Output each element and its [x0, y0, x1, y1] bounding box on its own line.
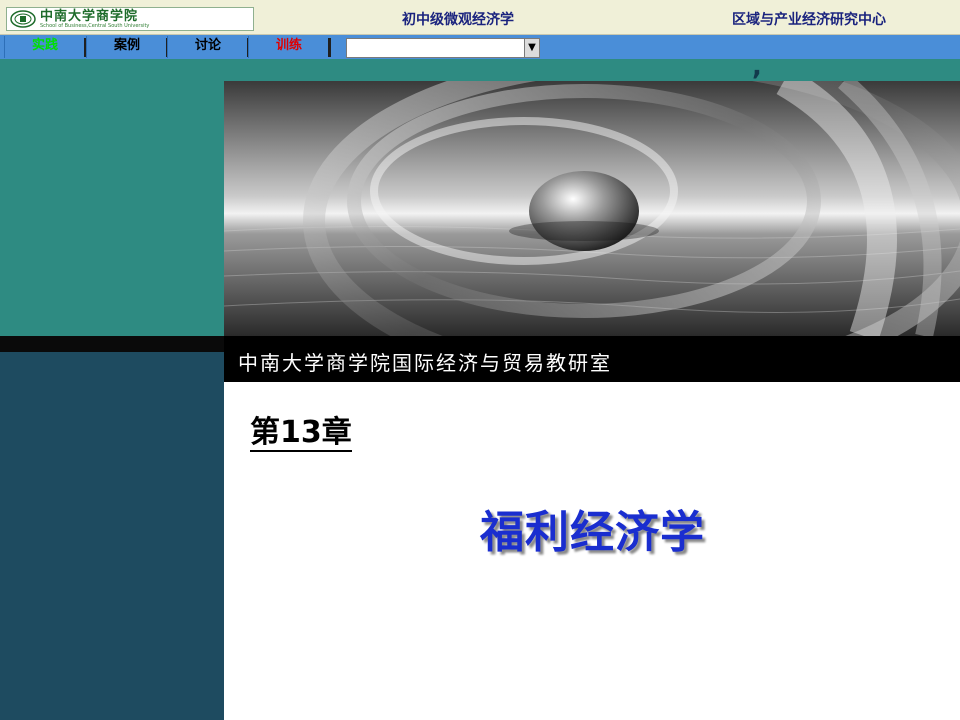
chapter-label: 第13章	[250, 415, 352, 452]
department-banner: 中南大学商学院国际经济与贸易教研室	[224, 336, 960, 382]
tab-label: 讨论	[194, 38, 221, 53]
navigation-dropdown[interactable]: ▼	[346, 38, 540, 58]
school-seal-icon	[10, 10, 36, 28]
logo-sub-text: School of Business,Central South Univers…	[40, 22, 150, 29]
tab-label: 训练	[275, 38, 302, 53]
department-name: 中南大学商学院国际经济与贸易教研室	[238, 351, 612, 375]
nav-bar: 实践 案例 讨论 训练 ▼	[0, 35, 960, 59]
tab-divider	[328, 38, 331, 57]
tab-discussion[interactable]: 讨论	[167, 36, 250, 58]
left-teal-panel	[0, 59, 224, 336]
school-logo: 中南大学商学院 School of Business,Central South…	[6, 7, 254, 31]
tab-practice[interactable]: 实践	[4, 36, 87, 58]
abstract-sphere-image	[224, 81, 960, 336]
tab-training[interactable]: 训练	[248, 36, 331, 58]
slide-title: 福利经济学	[480, 507, 705, 558]
tab-label: 案例	[113, 38, 140, 53]
decorative-mark: ,	[752, 52, 762, 82]
tab-label: 实践	[31, 38, 58, 53]
left-navy-panel	[0, 352, 224, 720]
left-dark-band	[0, 336, 224, 352]
hero-image	[224, 81, 960, 336]
chevron-down-icon[interactable]: ▼	[524, 39, 539, 57]
logo-main-text: 中南大学商学院	[40, 8, 139, 24]
course-title: 初中级微观经济学	[402, 12, 514, 28]
research-center-title: 区域与产业经济研究中心	[732, 12, 886, 28]
top-teal-strip	[224, 59, 960, 81]
header-bar: 中南大学商学院 School of Business,Central South…	[0, 0, 960, 35]
tab-cases[interactable]: 案例	[86, 36, 169, 58]
